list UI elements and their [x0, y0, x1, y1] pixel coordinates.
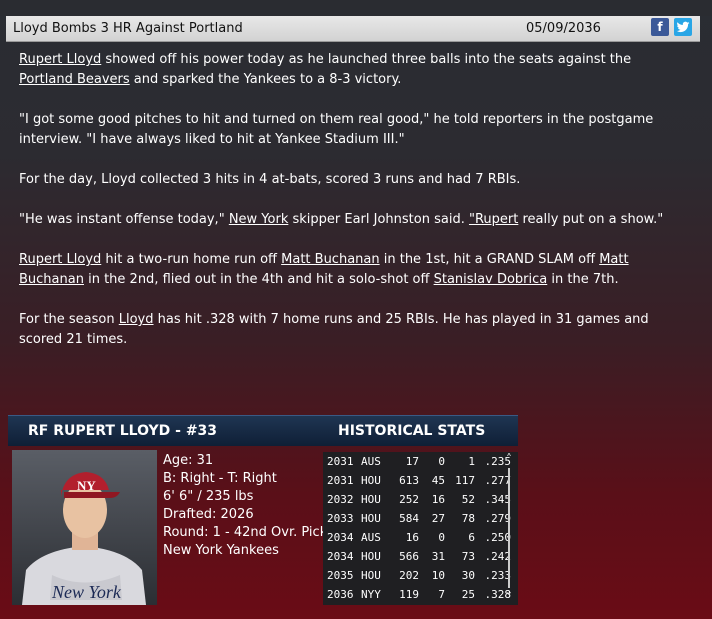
svg-text:New York: New York	[51, 582, 122, 602]
historical-stats-title: HISTORICAL STATS	[338, 423, 486, 439]
stats-scrollbar[interactable]: ˄ ˅	[503, 452, 515, 605]
player-drafted: Drafted: 2026	[163, 507, 254, 522]
player-link[interactable]: Rupert Lloyd	[19, 52, 101, 67]
article-paragraph: Rupert Lloyd hit a two-run home run off …	[19, 252, 629, 287]
scroll-track[interactable]	[508, 468, 510, 588]
svg-text:NY: NY	[77, 478, 96, 493]
player-team: New York Yankees	[163, 543, 279, 558]
player-card-header: RF RUPERT LLOYD - #33 HISTORICAL STATS	[8, 415, 518, 446]
pitcher-link[interactable]: Stanislav Dobrica	[434, 272, 548, 287]
historical-stats-table: 2031 AUS 17 0 1.235 2031 HOU 613 45 117.277 2032…	[323, 452, 518, 605]
player-photo: New York NY	[12, 450, 157, 605]
headline-bar: Lloyd Bombs 3 HR Against Portland 05/09/…	[6, 16, 700, 42]
facebook-icon[interactable]: f	[651, 18, 669, 36]
table-row: 2034 AUS 16 0 6.250	[327, 531, 511, 544]
player-link[interactable]: "Rupert	[469, 212, 518, 227]
player-draft-round: Round: 1 - 42nd Ovr. Pick	[163, 525, 328, 540]
table-row: 2031 AUS 17 0 1.235	[327, 455, 511, 468]
article-date: 05/09/2036	[526, 21, 601, 36]
article-paragraph: "He was instant offense today," New York…	[19, 212, 664, 227]
table-row: 2034 HOU 566 31 73.242	[327, 550, 511, 563]
article-paragraph: For the day, Lloyd collected 3 hits in 4…	[19, 172, 521, 187]
table-row: 2033 HOU 584 27 78.279	[327, 512, 511, 525]
player-link[interactable]: Lloyd	[119, 312, 154, 327]
table-row: 2031 HOU 613 45 117.277	[327, 474, 511, 487]
scroll-down-icon[interactable]: ˅	[503, 591, 515, 605]
article-paragraph: Rupert Lloyd showed off his power today …	[19, 52, 632, 87]
article-paragraph: For the season Lloyd has hit .328 with 7…	[19, 312, 649, 347]
pitcher-link[interactable]: Matt Buchanan	[281, 252, 379, 267]
top-strip	[0, 0, 712, 16]
headline: Lloyd Bombs 3 HR Against Portland	[13, 21, 243, 36]
article-paragraph: "I got some good pitches to hit and turn…	[19, 112, 654, 147]
scroll-up-icon[interactable]: ˄	[503, 452, 515, 466]
table-row: 2032 HOU 252 16 52.345	[327, 493, 511, 506]
twitter-icon[interactable]	[674, 18, 692, 36]
player-title[interactable]: RF RUPERT LLOYD - #33	[28, 423, 217, 439]
player-size: 6' 6" / 235 lbs	[163, 489, 254, 504]
team-link[interactable]: New York	[229, 212, 289, 227]
player-bio: Age: 31 B: Right - T: Right 6' 6" / 235 …	[163, 452, 327, 560]
table-row: 2036 NYY 119 7 25.328	[327, 588, 511, 601]
player-link[interactable]: Rupert Lloyd	[19, 252, 101, 267]
player-bats-throws: B: Right - T: Right	[163, 471, 277, 486]
team-link[interactable]: Portland Beavers	[19, 72, 130, 87]
article-body: Rupert Lloyd showed off his power today …	[19, 50, 689, 370]
table-row: 2035 HOU 202 10 30.233	[327, 569, 511, 582]
player-age: Age: 31	[163, 453, 214, 468]
